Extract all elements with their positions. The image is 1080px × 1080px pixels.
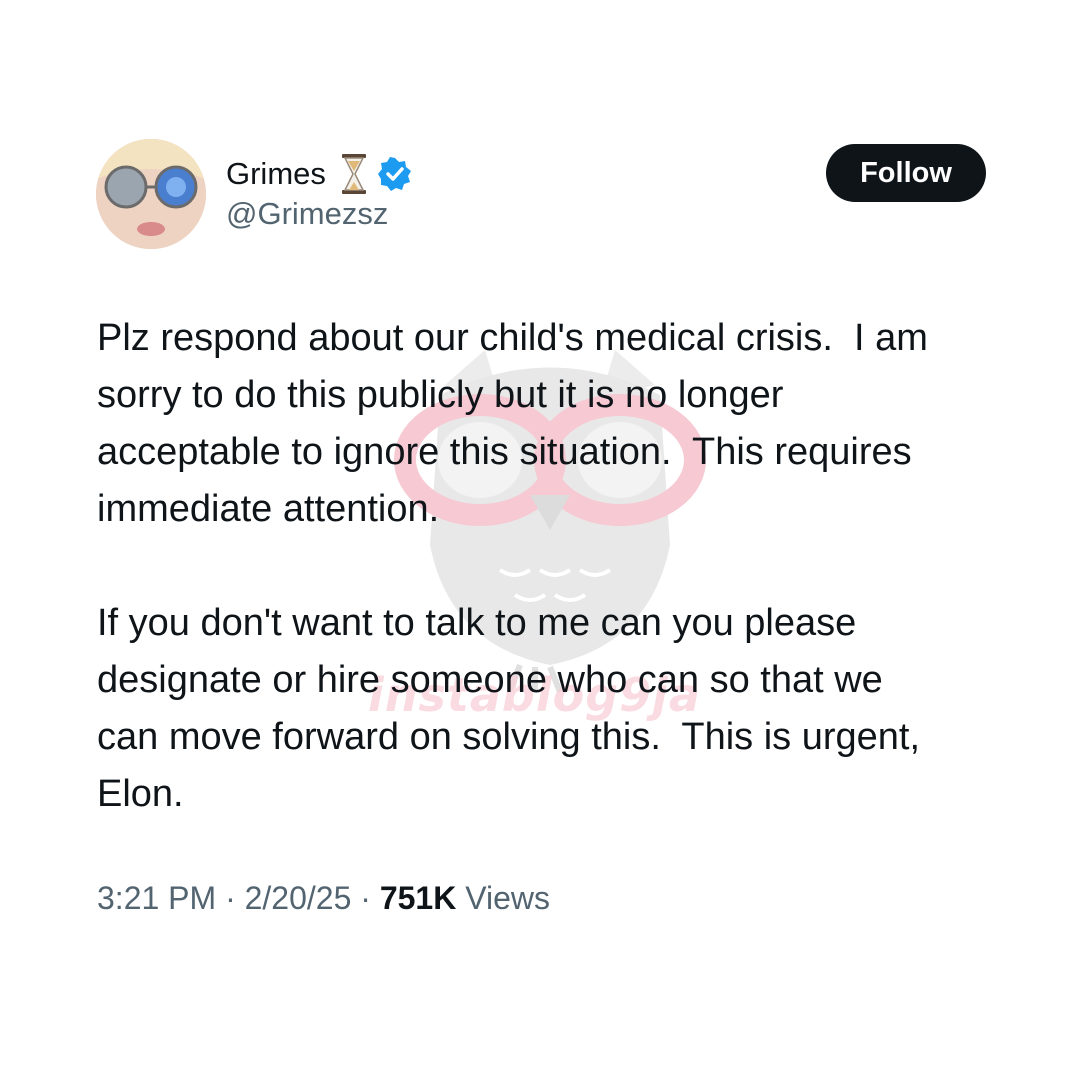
tweet-time[interactable]: 3:21 PM <box>97 880 216 916</box>
tweet-text: Plz respond about our child's medical cr… <box>97 310 1027 880</box>
views-label: Views <box>456 880 550 916</box>
separator: · <box>351 880 380 916</box>
name-row: Grimes <box>226 152 412 196</box>
separator: · <box>216 880 245 916</box>
tweet-paragraph: Plz respond about our child's medical cr… <box>97 317 928 530</box>
tweet-paragraph: If you don't want to talk to me can you … <box>97 602 921 815</box>
hourglass-icon <box>341 154 366 194</box>
tweet-meta: 3:21 PM · 2/20/25 · 751K Views <box>97 880 550 917</box>
user-handle[interactable]: @Grimezsz <box>226 196 388 232</box>
follow-button[interactable]: Follow <box>826 144 986 202</box>
verified-icon <box>377 157 411 191</box>
display-name[interactable]: Grimes <box>226 156 326 192</box>
views-count: 751K <box>379 880 457 916</box>
tweet-date[interactable]: 2/20/25 <box>245 880 352 916</box>
avatar[interactable] <box>96 139 206 249</box>
